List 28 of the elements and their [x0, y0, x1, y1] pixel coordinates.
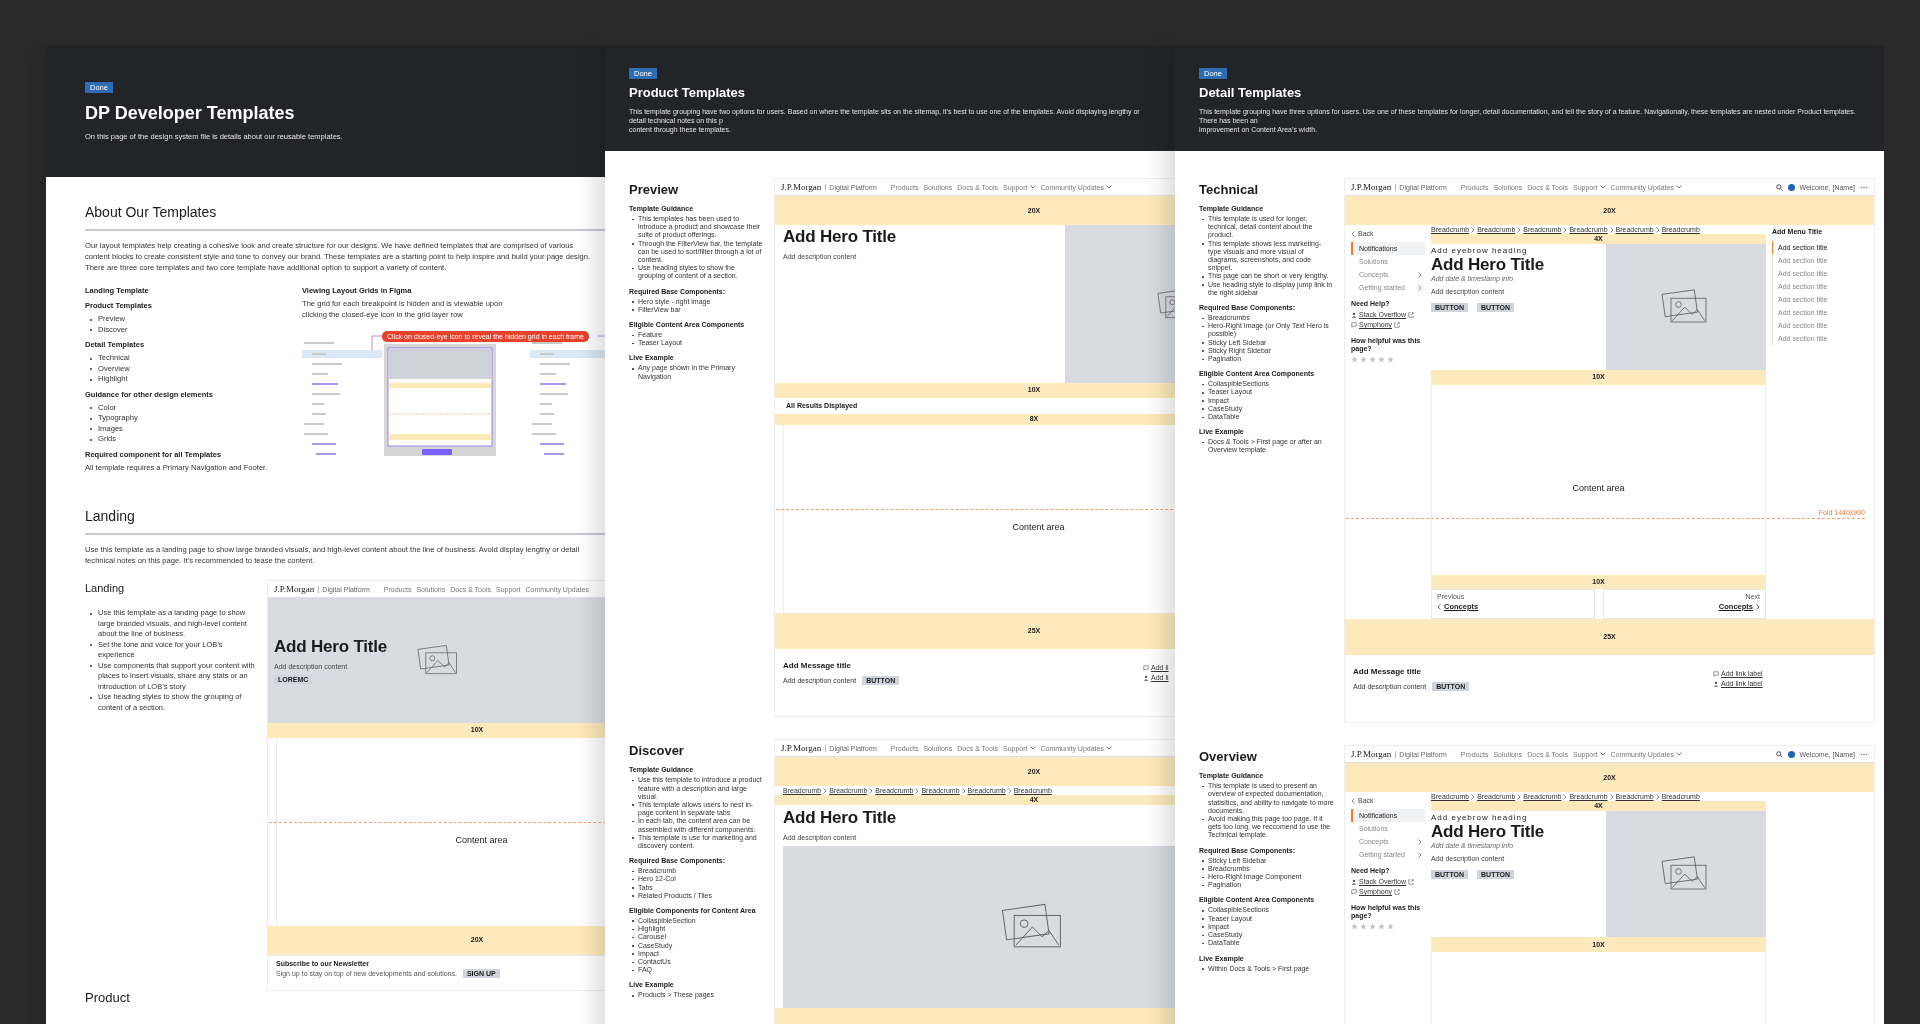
- brand-logo[interactable]: J.P.Morgan: [1351, 182, 1392, 192]
- template-heading: Landing: [85, 581, 126, 596]
- content-area-label: Content area: [1572, 482, 1625, 493]
- brand-logo[interactable]: J.P.Morgan: [781, 743, 822, 754]
- eyebrow-heading: Add eyebrow heading: [1431, 813, 1529, 823]
- hero-title: Add Hero Title: [783, 808, 898, 829]
- frame-title: DP Developer Templates: [85, 102, 296, 124]
- template-heading: Discover: [629, 743, 685, 760]
- hero-title: Add Hero Title: [274, 637, 388, 657]
- brand-logo[interactable]: J.P.Morgan: [1351, 749, 1392, 760]
- hero-title: Add Hero Title: [1431, 822, 1546, 843]
- message-title: Add Message title: [783, 661, 852, 671]
- section-heading: About Our Templates: [85, 203, 218, 221]
- hero-title: Add Hero Title: [1431, 255, 1546, 275]
- brand-logo[interactable]: J.P.Morgan: [781, 182, 822, 192]
- message-title: Add Message title: [1353, 667, 1422, 677]
- brand-logo[interactable]: J.P.Morgan: [274, 584, 315, 594]
- eyebrow-heading: Add eyebrow heading: [1431, 246, 1529, 255]
- frame-title: Detail Templates: [1199, 85, 1303, 101]
- section-heading: Landing: [85, 507, 136, 525]
- template-heading: Technical: [1199, 182, 1259, 198]
- hero-title: Add Hero Title: [783, 227, 898, 247]
- content-area-label: Content area: [455, 834, 508, 845]
- template-heading: Overview: [1199, 749, 1258, 766]
- section-heading: Product: [85, 990, 131, 1005]
- template-heading: Preview: [629, 182, 680, 198]
- frame-title: Product Templates: [629, 85, 747, 101]
- content-area-label: Content area: [1012, 522, 1065, 533]
